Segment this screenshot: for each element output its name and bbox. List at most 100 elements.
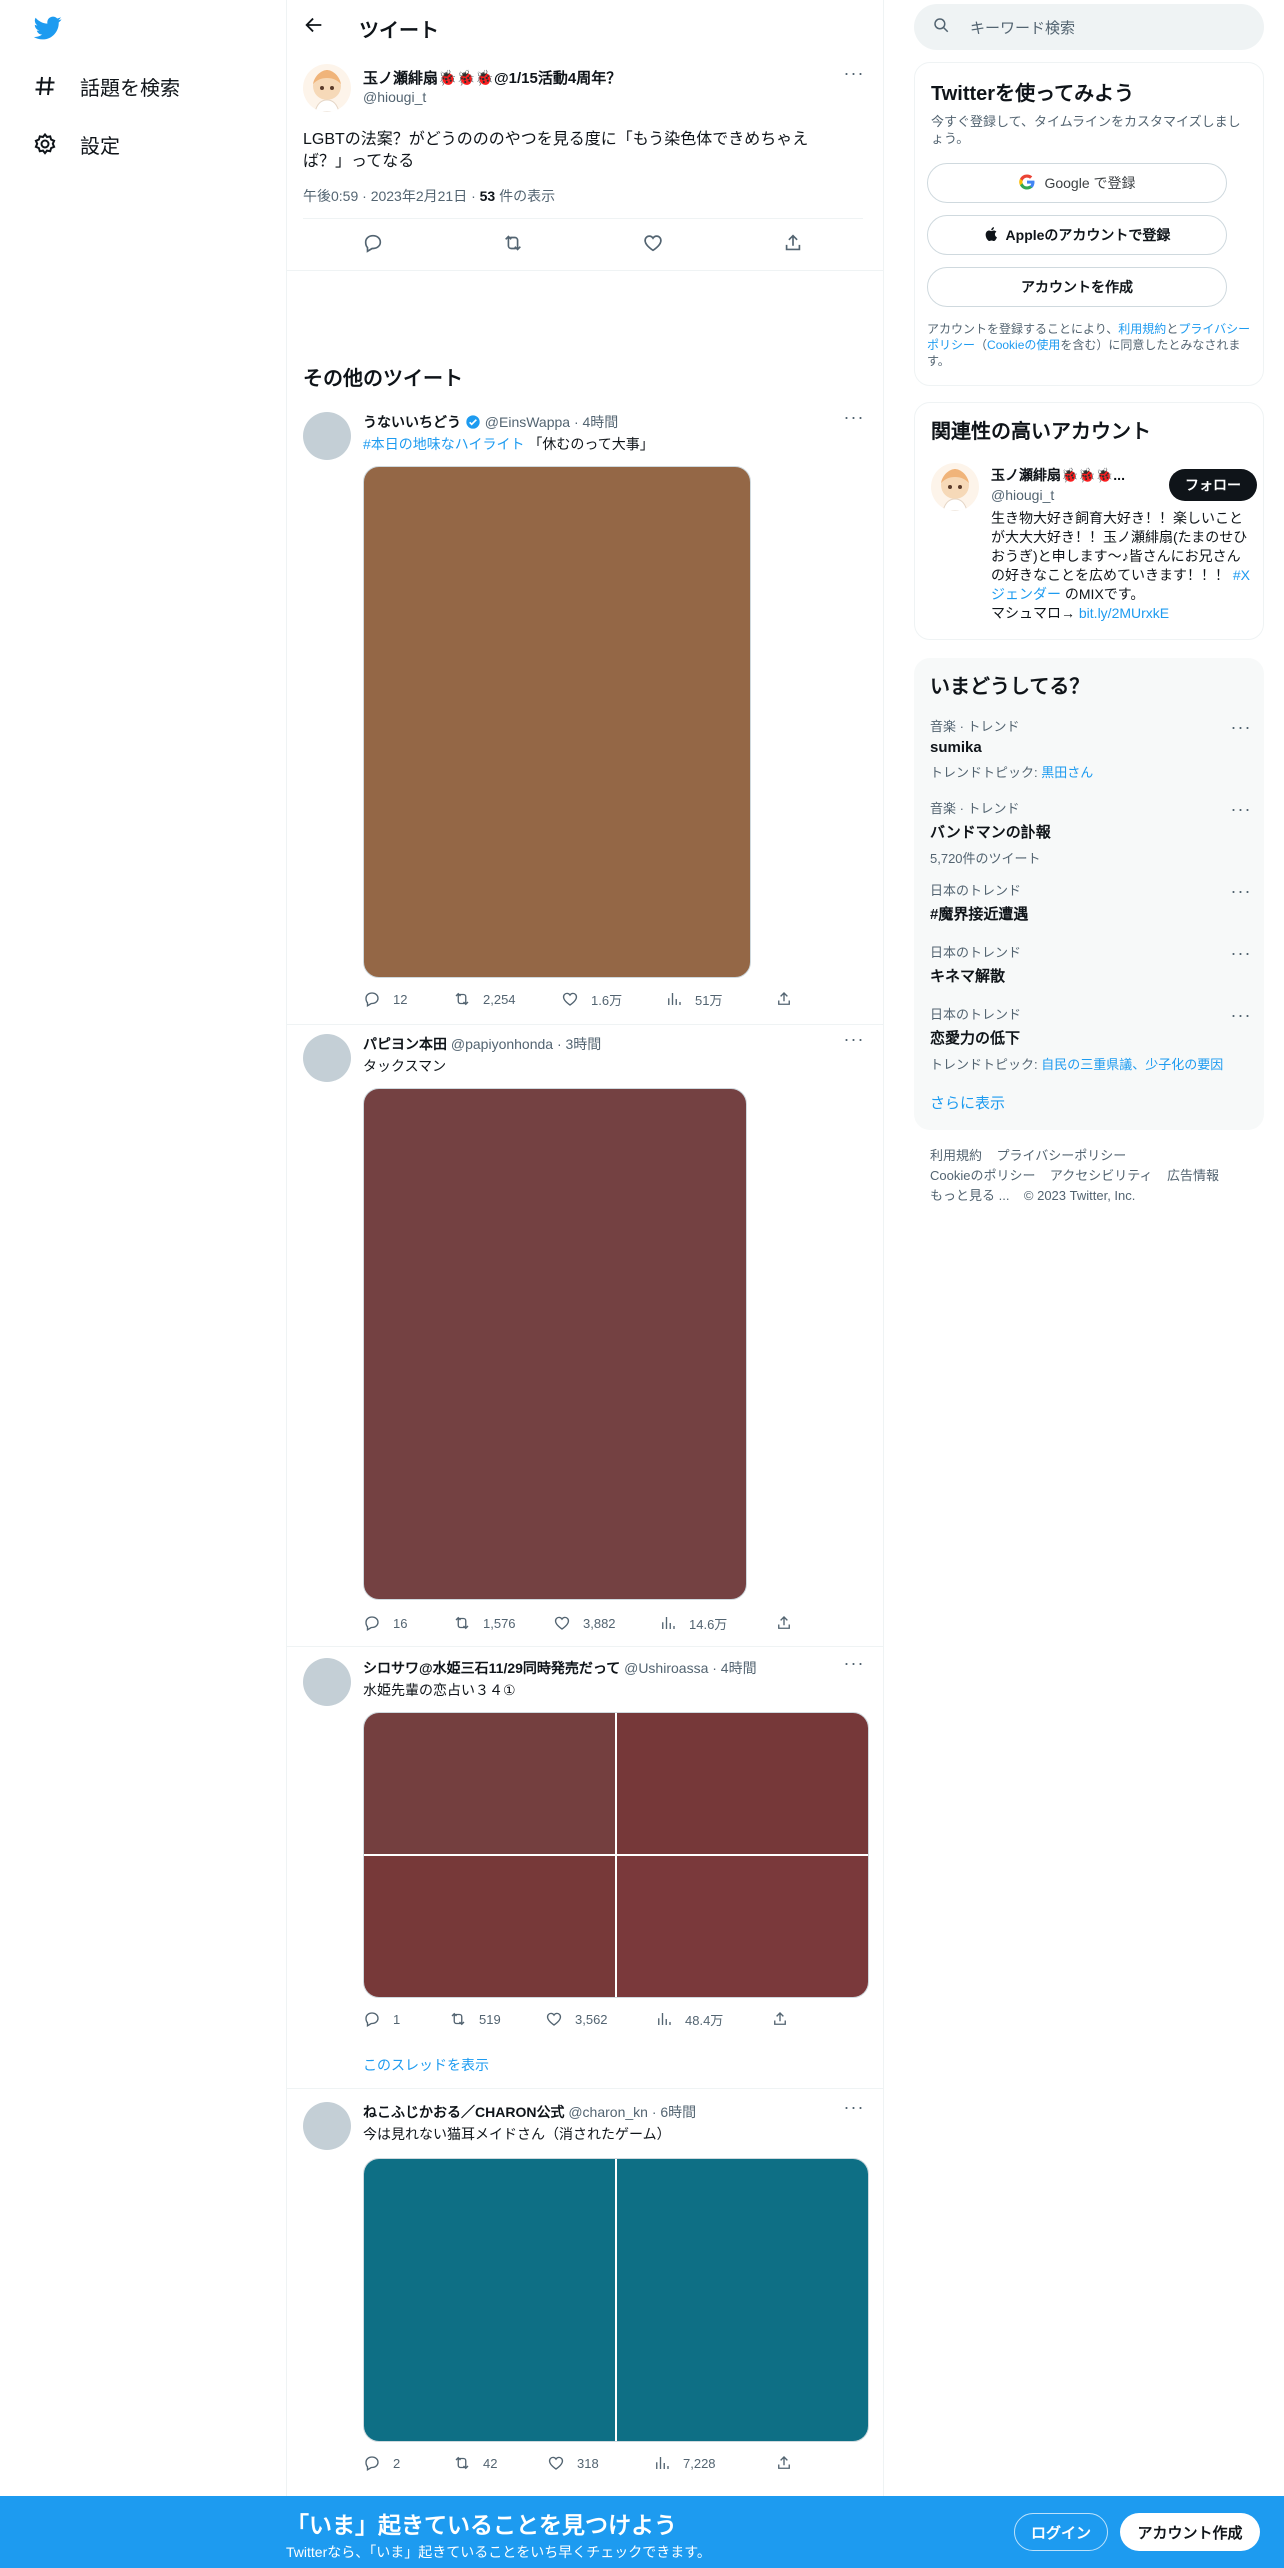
views-button[interactable]: 51万	[665, 990, 775, 1009]
share-button[interactable]	[771, 2010, 789, 2028]
retweet-icon	[455, 992, 469, 1006]
trend-more-icon[interactable]: ···	[1230, 1006, 1252, 1030]
tweet-time[interactable]: · 3時間	[557, 1036, 601, 1052]
like-button[interactable]: 3,562	[545, 2010, 655, 2028]
share-button[interactable]	[775, 2454, 793, 2472]
more-options-icon[interactable]: ···	[843, 1030, 865, 1054]
share-button[interactable]	[775, 990, 793, 1008]
login-button[interactable]: ログイン	[1014, 2513, 1108, 2551]
reply-button[interactable]: 12	[363, 990, 453, 1008]
avatar[interactable]	[303, 412, 351, 460]
tweet-time[interactable]: · 4時間	[574, 414, 618, 430]
tweet-media-image[interactable]	[364, 1713, 615, 1854]
tweet-time[interactable]: · 4時間	[712, 1660, 756, 1676]
avatar[interactable]	[303, 2102, 351, 2150]
retweet-button[interactable]: 42	[453, 2454, 547, 2472]
share-icon[interactable]	[782, 232, 804, 256]
footer-ads-link[interactable]: 広告情報	[1167, 1168, 1219, 1183]
views-button[interactable]: 7,228	[653, 2454, 775, 2472]
main-tweet-author-name[interactable]: 玉ノ瀬緋扇🐞🐞🐞@1/15活動4周年？	[363, 67, 621, 88]
footer-more-link[interactable]: もっと見る ...	[930, 1188, 1009, 1203]
trend-more-icon[interactable]: ···	[1230, 944, 1252, 968]
like-button[interactable]: 1.6万	[561, 990, 665, 1009]
divider	[287, 1646, 884, 1647]
tweet-author-handle[interactable]: @EinsWappa	[485, 414, 570, 430]
tweet-author-name[interactable]: ねこふじかおる／CHARON公式	[363, 2104, 564, 2120]
retweet-icon[interactable]	[502, 232, 524, 256]
tweet-media-image[interactable]	[617, 1856, 868, 1997]
reply-button[interactable]: 1	[363, 2010, 449, 2028]
signup-title: Twitterを使ってみよう	[931, 83, 1135, 105]
retweet-button[interactable]: 519	[449, 2010, 545, 2028]
tweet-time[interactable]: · 6時間	[652, 2104, 696, 2120]
footer-cookie-link[interactable]: Cookieのポリシー	[930, 1168, 1035, 1183]
nav-explore[interactable]: 話題を検索	[32, 60, 180, 112]
tweet-media-image[interactable]	[364, 2159, 615, 2441]
trend-more-icon[interactable]: ···	[1230, 882, 1252, 906]
reply-icon	[365, 2012, 379, 2027]
tweet-media-image[interactable]	[617, 1713, 868, 1854]
related-account-handle[interactable]: @hiougi_t	[991, 487, 1054, 503]
create-account-button[interactable]: アカウントを作成	[927, 267, 1227, 307]
retweet-button[interactable]: 1,576	[453, 1614, 553, 1632]
reply-button[interactable]: 2	[363, 2454, 453, 2472]
like-button[interactable]: 3,882	[553, 1614, 659, 1632]
more-options-icon[interactable]: ···	[843, 408, 865, 432]
avatar[interactable]	[303, 64, 351, 112]
tweet-media[interactable]	[363, 1088, 747, 1600]
hashtag-link[interactable]: #本日の地味なハイライト	[363, 436, 525, 452]
cookie-link[interactable]: Cookieの使用	[987, 338, 1060, 352]
search-bar[interactable]: キーワード検索	[914, 4, 1264, 50]
like-icon	[554, 1616, 570, 1630]
more-options-icon[interactable]: ···	[843, 2098, 865, 2122]
more-options-icon[interactable]: ···	[843, 1654, 865, 1678]
google-signup-button[interactable]: Google で登録	[927, 163, 1227, 203]
more-options-icon[interactable]: ···	[843, 64, 865, 88]
show-thread-link[interactable]: このスレッドを表示	[363, 2055, 489, 2075]
follow-button[interactable]: フォロー	[1169, 469, 1257, 501]
trend-item[interactable]: 日本のトレンド #魔界接近遭遇	[930, 880, 1250, 924]
tweet-media-grid	[363, 1712, 869, 1998]
tweet-author-name[interactable]: パピヨン本田	[363, 1036, 447, 1052]
twitter-logo-icon[interactable]	[32, 14, 64, 46]
tweet-author-name[interactable]: うないいちどう	[363, 414, 461, 430]
bio-url-link[interactable]: bit.ly/2MUrxkE	[1079, 605, 1169, 621]
tweet-media-image[interactable]	[364, 1856, 615, 1997]
back-arrow-icon[interactable]	[303, 14, 325, 36]
trend-item[interactable]: 日本のトレンド キネマ解散	[930, 942, 1250, 986]
tweet-media[interactable]	[363, 466, 751, 978]
share-button[interactable]	[775, 1614, 793, 1632]
avatar[interactable]	[303, 1034, 351, 1082]
trend-item[interactable]: 日本のトレンド 恋愛力の低下 トレンドトピック: 自民の三重県議、少子化の要因	[930, 1004, 1250, 1073]
tweet-author-handle[interactable]: @Ushiroassa	[624, 1660, 708, 1676]
reply-button[interactable]: 16	[363, 1614, 453, 1632]
terms-link[interactable]: 利用規約	[1118, 322, 1166, 336]
retweet-button[interactable]: 2,254	[453, 990, 561, 1008]
avatar[interactable]	[931, 463, 979, 511]
signup-subtitle: 今すぐ登録して、タイムラインをカスタマイズしましょう。	[931, 114, 1241, 146]
main-tweet-timestamp[interactable]: 午後0:59 · 2023年2月21日 ·	[303, 188, 480, 204]
tweet-author-handle[interactable]: @papiyonhonda	[451, 1036, 553, 1052]
tweet-author-name[interactable]: シロサワ@水姫三石11/29同時発売だって	[363, 1660, 620, 1676]
show-more-trends-link[interactable]: さらに表示	[930, 1092, 1005, 1113]
like-icon[interactable]	[642, 232, 664, 256]
nav-settings[interactable]: 設定	[32, 118, 120, 170]
reply-icon[interactable]	[362, 232, 384, 256]
trend-item[interactable]: 音楽 · トレンド sumika トレンドトピック: 黒田さん	[930, 716, 1250, 781]
like-button[interactable]: 318	[547, 2454, 653, 2472]
footer-accessibility-link[interactable]: アクセシビリティ	[1050, 1168, 1153, 1183]
trend-item[interactable]: 音楽 · トレンド バンドマンの訃報 5,720件のツイート	[930, 798, 1250, 867]
tweet-author-handle[interactable]: @charon_kn	[568, 2104, 648, 2120]
trend-more-icon[interactable]: ···	[1230, 800, 1252, 824]
views-button[interactable]: 48.4万	[655, 2010, 771, 2029]
signup-button[interactable]: アカウント作成	[1120, 2513, 1260, 2551]
apple-signup-button[interactable]: Appleのアカウントで登録	[927, 215, 1227, 255]
footer-privacy-link[interactable]: プライバシーポリシー	[996, 1148, 1126, 1163]
tweet-media-image[interactable]	[617, 2159, 868, 2441]
related-account-name[interactable]: 玉ノ瀬緋扇🐞🐞🐞...	[991, 465, 1125, 485]
main-tweet-author-handle[interactable]: @hiougi_t	[363, 89, 426, 105]
trend-more-icon[interactable]: ···	[1230, 718, 1252, 742]
footer-terms-link[interactable]: 利用規約	[930, 1148, 982, 1163]
views-button[interactable]: 14.6万	[659, 1614, 775, 1633]
avatar[interactable]	[303, 1658, 351, 1706]
